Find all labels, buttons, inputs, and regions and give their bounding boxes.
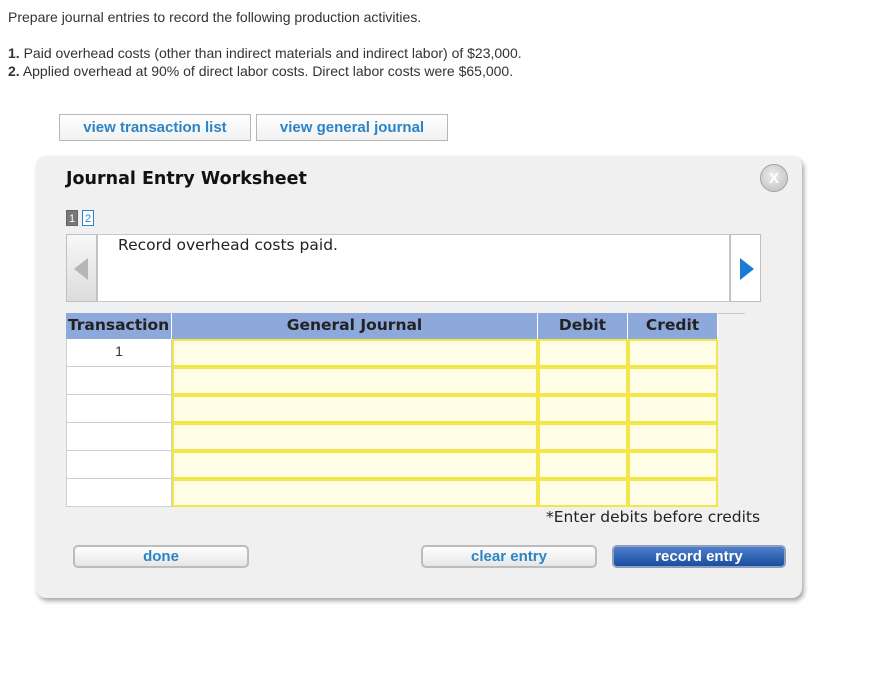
transaction-description: Record overhead costs paid. [97,234,730,302]
view-general-journal-button[interactable]: view general journal [256,114,448,141]
previous-button[interactable] [66,234,97,302]
credit-input[interactable] [628,451,718,479]
debit-input[interactable] [538,451,628,479]
transaction-number-cell [66,395,172,423]
transaction-number-cell [66,367,172,395]
transaction-number-cell: 1 [66,339,172,367]
column-header-general-journal: General Journal [172,313,538,339]
requirement-1: 1. Paid overhead costs (other than indir… [8,45,522,61]
credit-input[interactable] [628,339,718,367]
left-arrow-icon [74,258,88,280]
right-arrow-icon [740,258,754,280]
transaction-number-cell [66,423,172,451]
next-button[interactable] [730,234,761,302]
account-input[interactable] [172,395,538,423]
clear-entry-button[interactable]: clear entry [421,545,597,568]
transaction-number-cell [66,451,172,479]
debit-input[interactable] [538,395,628,423]
column-header-debit: Debit [538,313,628,339]
credit-input[interactable] [628,367,718,395]
page-2-link[interactable]: 2 [82,210,94,226]
header-spacer [718,313,745,339]
account-input[interactable] [172,423,538,451]
account-input[interactable] [172,339,538,367]
instructions-text: Prepare journal entries to record the fo… [8,9,422,25]
account-input[interactable] [172,479,538,507]
page-1-indicator[interactable]: 1 [66,210,78,226]
journal-entry-worksheet: Journal Entry Worksheet X 1 2 Record ove… [36,156,802,598]
account-input[interactable] [172,367,538,395]
debits-before-credits-note: *Enter debits before credits [546,508,761,526]
requirement-number: 2. [8,63,20,79]
transaction-number-cell [66,479,172,507]
done-button[interactable]: done [73,545,249,568]
view-transaction-list-button[interactable]: view transaction list [59,114,251,141]
requirement-2: 2. Applied overhead at 90% of direct lab… [8,63,513,79]
debit-input[interactable] [538,423,628,451]
column-header-transaction: Transaction [66,313,172,339]
credit-input[interactable] [628,395,718,423]
debit-input[interactable] [538,367,628,395]
requirement-number: 1. [8,45,20,61]
debit-input[interactable] [538,479,628,507]
credit-input[interactable] [628,479,718,507]
column-header-credit: Credit [628,313,718,339]
credit-input[interactable] [628,423,718,451]
close-icon[interactable]: X [760,164,788,192]
requirement-text: Applied overhead at 90% of direct labor … [22,63,514,79]
requirement-text: Paid overhead costs (other than indirect… [23,45,522,61]
record-entry-button[interactable]: record entry [612,545,786,568]
worksheet-title: Journal Entry Worksheet [66,169,307,189]
debit-input[interactable] [538,339,628,367]
account-input[interactable] [172,451,538,479]
